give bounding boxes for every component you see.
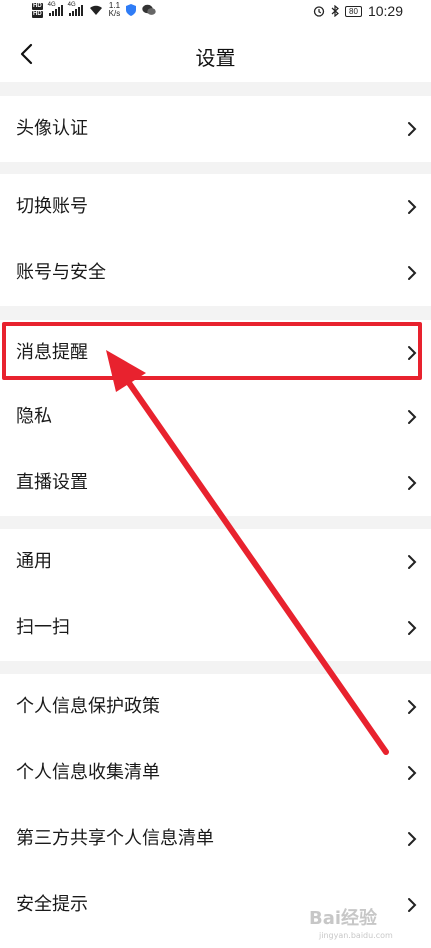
group-divider [0,82,431,96]
network-speed: 1.1 K/s [109,2,121,18]
settings-item-switch-account[interactable]: 切换账号 [0,174,431,240]
settings-item-label: 隐私 [16,406,52,427]
hd-badge: HD HD [32,2,43,18]
network-type-1: 4G [47,2,56,8]
chevron-right-icon [408,266,417,280]
settings-item-label: 直播设置 [16,472,88,493]
hd-badge-bottom: HD [32,10,43,18]
chevron-right-icon [408,555,417,569]
wifi-icon [89,5,102,15]
settings-item-label: 个人信息收集清单 [16,762,160,783]
settings-item-avatar-verification[interactable]: 头像认证 [0,96,431,162]
status-right: 80 10:29 [313,3,403,19]
settings-item-label: 安全提示 [16,894,88,915]
hd-badge-top: HD [32,2,43,10]
settings-item-third-party-sharing[interactable]: 第三方共享个人信息清单 [0,806,431,872]
settings-item-label: 头像认证 [16,118,88,139]
settings-item-label: 通用 [16,551,52,572]
settings-item-label: 切换账号 [16,196,88,217]
wechat-icon [142,4,156,15]
settings-item-label: 账号与安全 [16,262,106,283]
settings-item-label: 个人信息保护政策 [16,696,160,717]
chevron-right-icon [408,766,417,780]
settings-item-notifications[interactable]: 消息提醒 [0,320,431,386]
chevron-right-icon [408,346,417,360]
page-title: 设置 [195,46,236,70]
settings-item-security-tips[interactable]: 安全提示 [0,872,431,938]
chevron-right-icon [408,700,417,714]
chevron-right-icon [408,621,417,635]
group-divider [0,515,431,529]
settings-item-privacy-policy[interactable]: 个人信息保护政策 [0,674,431,740]
group-divider [0,306,431,320]
speed-unit: K/s [108,9,121,18]
settings-item-general[interactable]: 通用 [0,529,431,595]
signal-icon: 4G [47,2,63,16]
settings-item-live-settings[interactable]: 直播设置 [0,450,431,516]
shield-icon [126,4,137,16]
status-time: 10:29 [367,3,403,19]
alarm-icon [313,6,325,17]
bluetooth-icon [331,5,339,17]
settings-item-label: 扫一扫 [16,617,70,638]
chevron-right-icon [408,476,417,490]
chevron-right-icon [408,200,417,214]
settings-item-label: 第三方共享个人信息清单 [16,828,214,849]
group-divider [0,160,431,174]
group-divider [0,660,431,674]
chevron-right-icon [408,410,417,424]
battery-level: 80 [349,6,358,16]
chevron-right-icon [408,122,417,136]
status-bar: HD HD 4G 4G 1.1 K/s 80 10:29 [0,0,431,24]
settings-item-info-collection-list[interactable]: 个人信息收集清单 [0,740,431,806]
chevron-right-icon [408,898,417,912]
settings-item-privacy[interactable]: 隐私 [0,384,431,450]
settings-item-label: 消息提醒 [16,342,88,363]
battery-icon: 80 [345,5,362,17]
nav-header: 设置 [0,28,431,82]
settings-item-scan[interactable]: 扫一扫 [0,595,431,661]
chevron-right-icon [408,832,417,846]
status-left: HD HD 4G 4G 1.1 K/s [32,2,156,18]
settings-item-account-security[interactable]: 账号与安全 [0,240,431,306]
network-type-2: 4G [67,2,76,8]
signal-icon-2: 4G [67,2,83,16]
